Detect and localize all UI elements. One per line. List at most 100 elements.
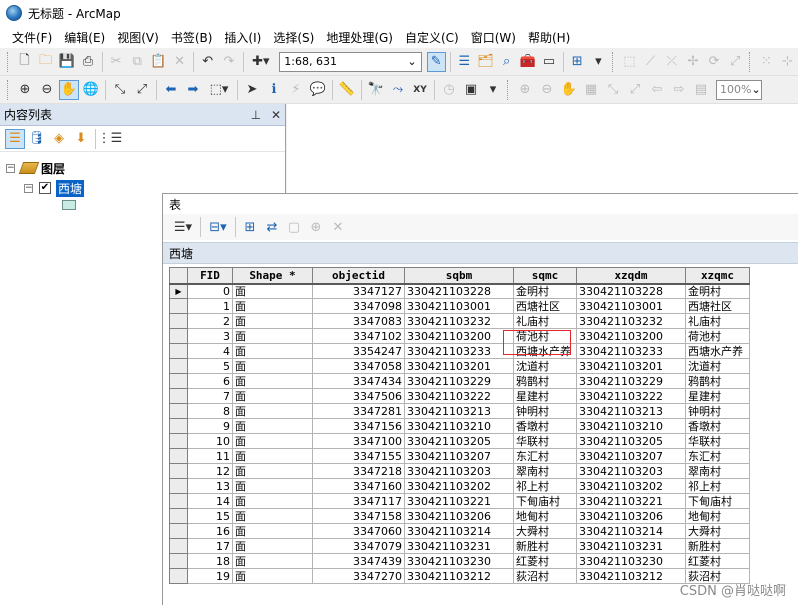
forward-arrow-icon[interactable]: ➡ [183,80,203,100]
create-viewer-window-icon[interactable]: ▣ [461,80,481,100]
table-cell[interactable]: 3347160 [312,478,405,494]
table-cell[interactable]: 330421103212 [576,568,686,584]
table-cell[interactable]: 新胜村 [685,538,750,554]
table-cell[interactable]: 面 [232,568,313,584]
table-cell[interactable]: 礼庙村 [685,313,750,329]
table-cell[interactable]: 330421103222 [404,388,514,404]
list-by-source-icon[interactable]: 🛢 [27,129,47,149]
row-selector[interactable] [169,313,188,329]
menu-customize[interactable]: 自定义(C) [399,29,465,46]
table-cell[interactable]: 330421103213 [404,403,514,419]
table-cell[interactable]: 3347218 [312,463,405,479]
table-cell[interactable]: 西塘社区 [513,298,577,314]
table-row[interactable]: 5 面 3347058 330421103201 沈道村 330421103201 沈道村 [169,358,750,374]
layout-fixed-out-icon[interactable]: ⤢ [625,80,645,100]
table-cell[interactable]: 330421103203 [576,463,686,479]
table-cell[interactable]: 330421103207 [404,448,514,464]
table-cell[interactable]: 面 [232,508,313,524]
table-cell[interactable]: 3347117 [312,493,405,509]
table-cell[interactable]: 1 [187,298,233,314]
back-arrow-icon[interactable]: ⬅ [161,80,181,100]
table-cell[interactable]: 面 [232,373,313,389]
table-cell[interactable]: 沈道村 [513,358,577,374]
map-scale-combobox[interactable]: 1:68, 631 ⌄ [279,51,422,72]
menu-insert[interactable]: 插入(I) [218,29,267,46]
table-cell[interactable]: 面 [232,493,313,509]
table-cell[interactable]: 鸦鹊村 [513,373,577,389]
table-cell[interactable]: 西塘水产养 [513,343,577,359]
list-by-selection-icon[interactable]: ⬇ [71,129,91,149]
layout-forward-icon[interactable]: ⇨ [669,80,689,100]
rotate-icon[interactable]: ⟳ [704,52,723,72]
table-row[interactable]: 2 面 3347083 330421103232 礼庙村 330421103232 礼庙村 [169,313,750,329]
full-extent-icon[interactable]: 🌐 [81,80,101,100]
table-cell[interactable]: 香墩村 [513,418,577,434]
table-cell[interactable]: 3347156 [312,418,405,434]
column-header[interactable]: Shape * [232,267,313,285]
table-cell[interactable]: 华联村 [513,433,577,449]
table-cell[interactable]: 7 [187,388,233,404]
table-cell[interactable]: 面 [232,463,313,479]
table-cell[interactable]: 330421103210 [404,418,514,434]
select-elements-icon[interactable]: ➤ [242,80,262,100]
layout-zoom-out-icon[interactable]: ⊖ [537,80,557,100]
table-cell[interactable]: 面 [232,358,313,374]
fixed-zoom-in-icon[interactable]: ⤡ [110,80,130,100]
table-cell[interactable]: 330421103232 [576,313,686,329]
collapse-icon[interactable]: − [6,163,15,173]
current-row-marker-icon[interactable]: ▶ [169,283,188,299]
row-selector[interactable] [169,418,188,434]
layout-back-icon[interactable]: ⇦ [647,80,667,100]
table-cell[interactable]: 330421103229 [404,373,514,389]
table-cell[interactable]: 面 [232,478,313,494]
table-cell[interactable]: 面 [232,448,313,464]
pin-icon[interactable]: ⊥ [251,108,261,122]
column-header[interactable]: xzqdm [576,267,686,285]
table-row[interactable]: ▶ 0 面 3347127 330421103228 金明村 330421103228 金明村 [169,283,750,299]
row-selector[interactable] [169,343,188,359]
layer-name[interactable]: 西塘 [56,179,85,197]
table-cell[interactable]: 荷池村 [513,328,577,344]
table-cell[interactable]: 16 [187,523,233,539]
modelbuilder-icon[interactable]: ⊞ [568,52,587,72]
hyperlink-icon[interactable]: ⚡ [286,80,306,100]
table-cell[interactable]: 3347158 [312,508,405,524]
table-cell[interactable]: 荷池村 [685,328,750,344]
table-row[interactable]: 1 面 3347098 330421103001 西塘社区 330421103001 西塘社… [169,298,750,314]
table-row[interactable]: 10 面 3347100 330421103205 华联村 330421103205 华联村 [169,433,750,449]
snap-icon[interactable]: ⁙ [757,52,776,72]
table-cell[interactable]: 下甸庙村 [513,493,577,509]
table-row[interactable]: 12 面 3347218 330421103203 翠南村 330421103203 翠南村 [169,463,750,479]
table-cell[interactable]: 330421103203 [404,463,514,479]
menu-help[interactable]: 帮助(H) [522,29,576,46]
table-cell[interactable]: 面 [232,283,313,299]
reshape-icon[interactable]: ⟋ [641,52,660,72]
table-cell[interactable]: 11 [187,448,233,464]
table-cell[interactable]: 6 [187,373,233,389]
table-cell[interactable]: 3347281 [312,403,405,419]
related-tables-icon[interactable]: ⊟▾ [205,217,231,237]
search-window-icon[interactable]: ⌕ [497,52,516,72]
menu-edit[interactable]: 编辑(E) [58,29,111,46]
layout-fixed-in-icon[interactable]: ⤡ [603,80,623,100]
zoom-in-icon[interactable]: ⊕ [15,80,35,100]
list-by-drawing-order-icon[interactable]: ☰ [5,128,25,149]
table-cell[interactable]: 面 [232,298,313,314]
pan-hand-icon[interactable]: ✋ [59,79,79,100]
table-cell[interactable]: 3347102 [312,328,405,344]
table-cell[interactable]: 13 [187,478,233,494]
table-cell[interactable]: 面 [232,553,313,569]
table-cell[interactable]: 330421103200 [576,328,686,344]
column-header[interactable]: objectid [312,267,405,285]
table-cell[interactable]: 330421103201 [576,358,686,374]
table-cell[interactable]: 9 [187,418,233,434]
fixed-zoom-out-icon[interactable]: ⤢ [132,80,152,100]
layout-pan-icon[interactable]: ✋ [559,80,579,100]
table-cell[interactable]: 3347439 [312,553,405,569]
menu-view[interactable]: 视图(V) [111,29,165,46]
save-icon[interactable]: 💾 [57,52,76,72]
table-cell[interactable]: 18 [187,553,233,569]
table-cell[interactable]: 330421103230 [404,553,514,569]
identify-icon[interactable]: ℹ [264,80,284,100]
row-selector[interactable] [169,523,188,539]
